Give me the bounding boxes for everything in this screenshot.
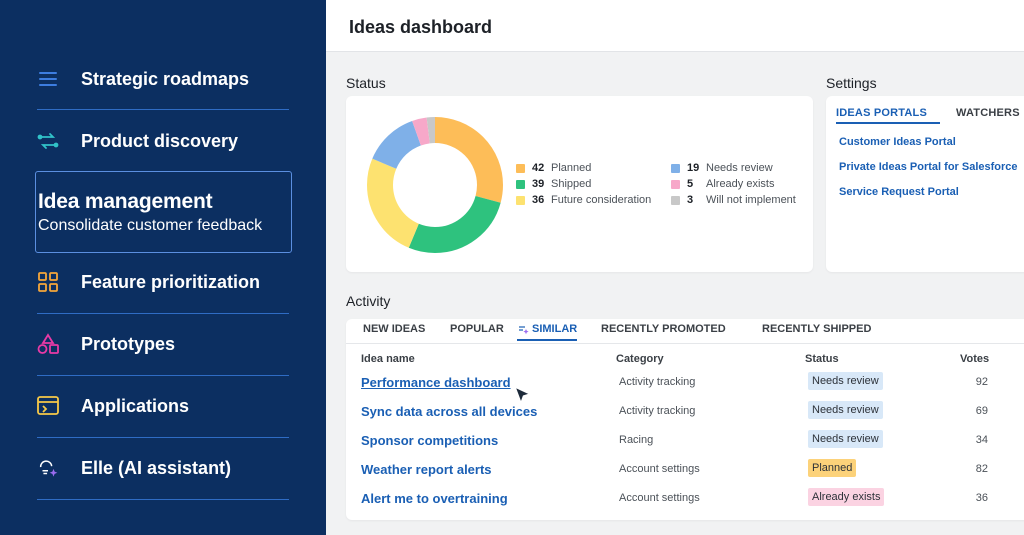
table-row: Weather report alerts Account settings P… <box>346 455 1024 484</box>
legend-item-needs-review: 19 Needs review <box>671 160 796 176</box>
activity-card: NEW IDEAS POPULAR SIMILAR RECENTLY PROMO… <box>346 319 1024 520</box>
status-card: 42 Planned 39 Shipped 36 Future consider… <box>346 96 813 272</box>
legend-item-shipped: 39 Shipped <box>516 176 651 192</box>
status-donut-chart <box>367 117 503 253</box>
status-badge: Already exists <box>808 488 885 506</box>
arrows-icon <box>37 130 59 152</box>
column-header-votes[interactable]: Votes <box>960 353 989 365</box>
idea-votes: 34 <box>975 434 988 446</box>
shapes-icon <box>37 333 59 355</box>
table-row: Sync data across all devices Activity tr… <box>346 397 1024 426</box>
sidebar-item-label: Applications <box>81 395 190 416</box>
sidebar-item-label: Feature prioritization <box>81 271 261 292</box>
idea-link[interactable]: Sponsor competitions <box>361 433 498 448</box>
idea-category: Racing <box>619 434 654 446</box>
idea-category: Activity tracking <box>619 376 696 388</box>
idea-votes: 36 <box>975 492 988 504</box>
legend-item-future-consideration: 36 Future consideration <box>516 192 651 208</box>
portal-link-customer-ideas[interactable]: Customer Ideas Portal <box>839 136 956 148</box>
tab-popular[interactable]: POPULAR <box>450 323 504 339</box>
mouse-cursor-icon <box>514 386 531 404</box>
list-icon <box>37 68 59 90</box>
idea-category: Account settings <box>619 463 700 475</box>
status-badge: Needs review <box>808 372 883 390</box>
header: Ideas dashboard <box>326 0 1024 52</box>
legend-item-already-exists: 5 Already exists <box>671 176 796 192</box>
idea-votes: 92 <box>975 376 988 388</box>
idea-link[interactable]: Weather report alerts <box>361 462 492 477</box>
sidebar-item-label: Elle (AI assistant) <box>81 457 232 478</box>
sidebar: Strategic roadmaps Product discovery Ide… <box>0 0 326 535</box>
idea-votes: 82 <box>975 463 988 475</box>
sidebar-item-prototypes[interactable]: Prototypes <box>37 316 289 372</box>
sidebar-active-title: Idea management <box>38 190 213 213</box>
tab-similar[interactable]: SIMILAR <box>517 323 578 341</box>
table-row: Sponsor competitions Racing Needs review… <box>346 426 1024 455</box>
divider <box>37 437 289 438</box>
idea-category: Activity tracking <box>619 405 696 417</box>
status-badge: Needs review <box>808 401 883 419</box>
status-section-title: Status <box>346 75 386 91</box>
column-header-status[interactable]: Status <box>805 353 839 365</box>
sidebar-item-elle-ai-assistant[interactable]: Elle (AI assistant) <box>37 440 289 496</box>
divider <box>37 313 289 314</box>
window-icon <box>37 395 59 417</box>
column-header-category[interactable]: Category <box>616 353 664 365</box>
legend-swatch <box>671 195 680 205</box>
portal-link-private-salesforce[interactable]: Private Ideas Portal for Salesforce <box>839 161 1018 173</box>
sidebar-item-applications[interactable]: Applications <box>37 378 289 434</box>
settings-section-title: Settings <box>826 75 877 91</box>
settings-tabs: IDEAS PORTALS WATCHERS <box>836 104 1024 124</box>
grid-icon <box>37 271 59 293</box>
legend-swatch <box>516 179 525 189</box>
settings-card: IDEAS PORTALS WATCHERS Customer Ideas Po… <box>826 96 1024 272</box>
main-content: Ideas dashboard Status Settings Activity… <box>326 0 1024 535</box>
tab-new-ideas[interactable]: NEW IDEAS <box>363 323 425 339</box>
tab-recently-promoted[interactable]: RECENTLY PROMOTED <box>601 323 726 339</box>
legend-swatch <box>671 179 680 189</box>
divider <box>37 499 289 500</box>
page-title: Ideas dashboard <box>349 17 493 37</box>
similar-sparkle-icon <box>519 326 529 335</box>
legend-swatch <box>516 163 525 173</box>
column-header-idea-name[interactable]: Idea name <box>361 353 415 365</box>
divider <box>37 109 289 110</box>
ai-sparkle-icon <box>37 457 59 479</box>
status-badge: Needs review <box>808 430 883 448</box>
status-legend-left: 42 Planned 39 Shipped 36 Future consider… <box>516 160 651 208</box>
sidebar-item-idea-management[interactable]: Idea management Consolidate customer fee… <box>35 171 292 253</box>
idea-link[interactable]: Performance dashboard <box>361 375 511 390</box>
tab-recently-shipped[interactable]: RECENTLY SHIPPED <box>762 323 871 339</box>
sidebar-item-feature-prioritization[interactable]: Feature prioritization <box>37 254 289 310</box>
sidebar-active-subtitle: Consolidate customer feedback <box>38 217 263 234</box>
tab-ideas-portals[interactable]: IDEAS PORTALS <box>836 104 940 124</box>
table-row: Alert me to overtraining Account setting… <box>346 484 1024 513</box>
sidebar-item-label: Product discovery <box>81 130 239 151</box>
legend-swatch <box>516 195 525 205</box>
divider <box>37 375 289 376</box>
sidebar-item-strategic-roadmaps[interactable]: Strategic roadmaps <box>37 51 289 107</box>
idea-link[interactable]: Sync data across all devices <box>361 404 537 419</box>
tab-underline <box>346 343 1024 344</box>
status-legend-right: 19 Needs review 5 Already exists 3 Will … <box>671 160 796 208</box>
tab-watchers[interactable]: WATCHERS <box>956 104 1020 124</box>
legend-item-will-not-implement: 3 Will not implement <box>671 192 796 208</box>
idea-category: Account settings <box>619 492 700 504</box>
idea-votes: 69 <box>975 405 988 417</box>
sidebar-item-label: Strategic roadmaps <box>81 68 250 89</box>
idea-link[interactable]: Alert me to overtraining <box>361 491 508 506</box>
sidebar-item-label: Prototypes <box>81 333 176 354</box>
sidebar-item-product-discovery[interactable]: Product discovery <box>37 113 289 169</box>
table-row: Performance dashboard Activity tracking … <box>346 368 1024 397</box>
activity-section-title: Activity <box>346 293 391 309</box>
status-badge: Planned <box>808 459 857 477</box>
legend-item-planned: 42 Planned <box>516 160 651 176</box>
legend-swatch <box>671 163 680 173</box>
portal-link-service-request[interactable]: Service Request Portal <box>839 186 959 198</box>
